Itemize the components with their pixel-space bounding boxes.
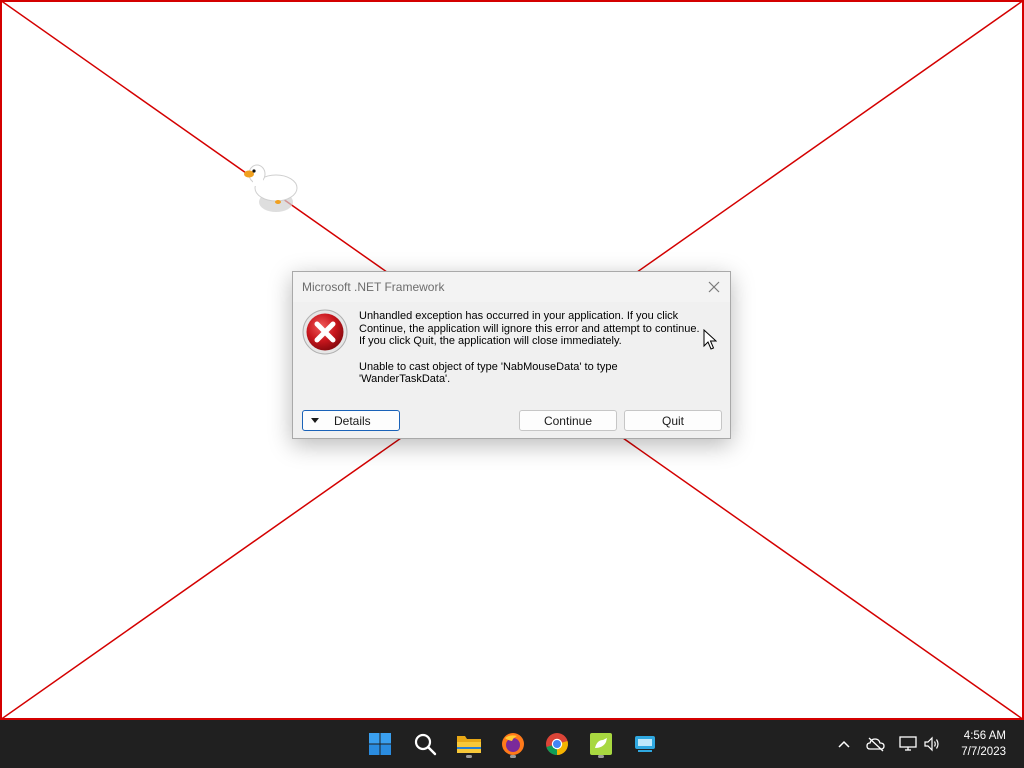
mouse-cursor-icon (703, 329, 717, 350)
error-icon (302, 309, 348, 355)
running-indicator (466, 755, 472, 758)
dialog-title: Microsoft .NET Framework (302, 280, 445, 294)
goose-app-icon[interactable] (585, 728, 617, 760)
message-line: 'WanderTaskData'. (359, 373, 451, 385)
taskbar: 4:56 AM 7/7/2023 (0, 720, 1024, 768)
chrome-icon[interactable] (541, 728, 573, 760)
details-label: Details (334, 413, 371, 428)
continue-button[interactable]: Continue (519, 410, 617, 431)
system-clock[interactable]: 4:56 AM 7/7/2023 (936, 728, 1006, 760)
search-icon[interactable] (409, 728, 441, 760)
firefox-icon[interactable] (497, 728, 529, 760)
windows-start-icon[interactable] (364, 728, 396, 760)
details-button[interactable]: Details (302, 410, 400, 431)
caret-down-icon (311, 418, 319, 423)
file-explorer-icon[interactable] (453, 728, 485, 760)
message-line: Continue, the application will ignore th… (359, 322, 700, 335)
goose-icon[interactable] (240, 158, 304, 218)
running-indicator (598, 755, 604, 758)
message-line: Unhandled exception has occurred in your… (359, 310, 679, 322)
network-icon[interactable] (898, 734, 918, 754)
clock-date: 7/7/2023 (961, 746, 1006, 758)
onedrive-offline-icon[interactable] (866, 734, 886, 754)
clock-time: 4:56 AM (963, 730, 1006, 742)
close-icon[interactable] (704, 277, 724, 297)
chevron-up-icon[interactable] (834, 734, 854, 754)
remote-desktop-icon[interactable] (629, 728, 661, 760)
message-line: Unable to cast object of type 'NabMouseD… (359, 360, 618, 373)
quit-button[interactable]: Quit (624, 410, 722, 431)
message-line: If you click Quit, the application will … (359, 335, 622, 347)
dialog-titlebar[interactable]: Microsoft .NET Framework (293, 272, 730, 302)
error-dialog: Microsoft .NET Framework Unhandled excep… (292, 271, 731, 439)
running-indicator (510, 755, 516, 758)
dialog-message: Unhandled exception has occurred in your… (359, 310, 719, 386)
